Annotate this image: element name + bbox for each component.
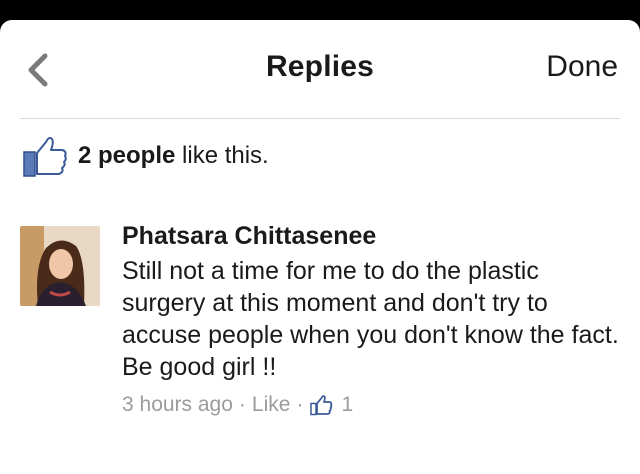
avatar[interactable]	[20, 226, 100, 306]
header-divider	[20, 118, 620, 119]
comment-text: Still not a time for me to do the plasti…	[122, 257, 619, 381]
like-link[interactable]: Like	[252, 393, 291, 417]
comment: Phatsara Chittasenee Still not a time fo…	[122, 222, 622, 417]
likes-suffix: like this.	[175, 142, 269, 169]
comment-author[interactable]: Phatsara Chittasenee	[122, 222, 622, 251]
comment-meta: 3 hours ago · Like · 1	[122, 393, 622, 417]
likes-count[interactable]: 2 people	[78, 142, 175, 169]
nav-header: Replies Done	[0, 20, 640, 120]
comment-like-count[interactable]: 1	[341, 393, 353, 417]
replies-screen: Replies Done 2 people like this. Phatsar…	[0, 20, 640, 474]
avatar-image	[20, 226, 100, 306]
thumbs-up-icon	[23, 137, 67, 177]
page-title: Replies	[265, 50, 375, 83]
separator: ·	[238, 393, 246, 416]
likes-summary[interactable]: 2 people like this.	[22, 133, 269, 179]
thumbs-up-icon	[310, 395, 333, 416]
done-button[interactable]: Done	[546, 50, 618, 84]
separator: ·	[296, 393, 304, 416]
comment-timestamp: 3 hours ago	[122, 393, 233, 416]
